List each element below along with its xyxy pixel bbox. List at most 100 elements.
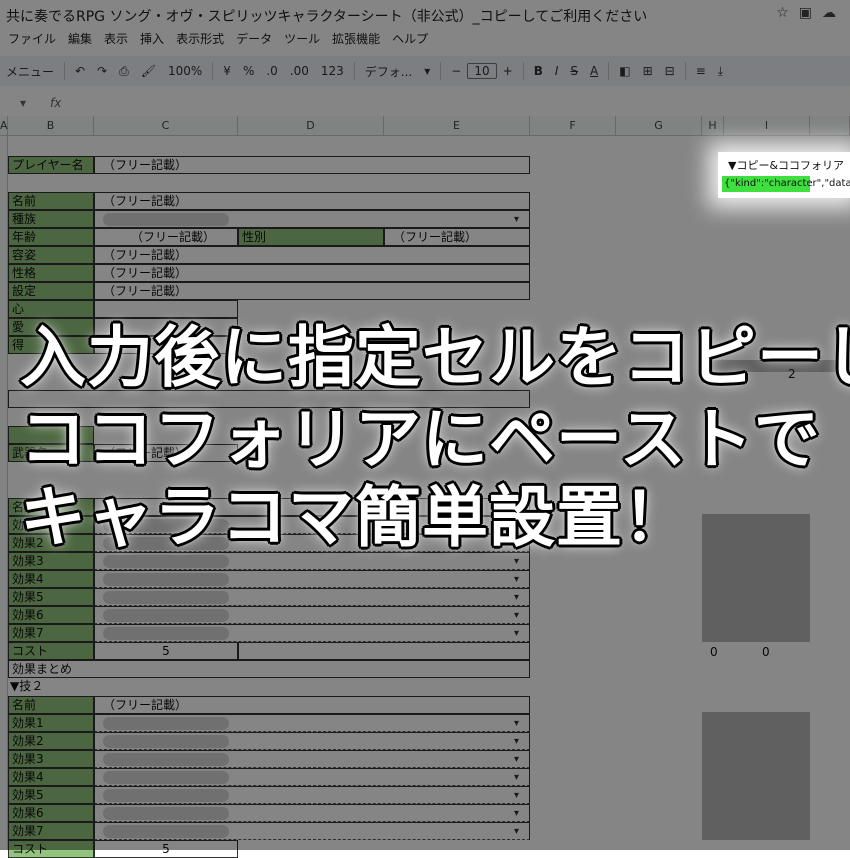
skill2-cost-label: コスト (8, 840, 94, 858)
skill2-effect5-label: 効果5 (8, 786, 94, 804)
menu-format[interactable]: 表示形式 (176, 30, 224, 50)
column-header-b[interactable]: B (8, 116, 94, 136)
paint-format-icon[interactable]: 🖌 (135, 64, 162, 78)
player-name-field[interactable]: （フリー記載） (94, 156, 530, 174)
skill2-effect3-dropdown[interactable] (94, 750, 530, 768)
decrease-decimal-button[interactable]: .0 (260, 64, 283, 78)
borders-icon[interactable]: ⊞ (637, 64, 659, 78)
skill1-effect4-dropdown[interactable] (94, 570, 530, 588)
skill2-effect1-dropdown[interactable] (94, 714, 530, 732)
zoom-select[interactable]: 100% (162, 64, 208, 78)
race-label: 種族 (8, 210, 94, 228)
menu-tools[interactable]: ツール (284, 30, 320, 50)
skill1-effect6-dropdown[interactable] (94, 606, 530, 624)
font-size-decrease-icon[interactable]: − (445, 64, 467, 78)
skill1-effect5-label: 効果5 (8, 588, 94, 606)
menu-search-button[interactable]: メニュー (0, 63, 60, 80)
skill1-summary-row[interactable]: 効果まとめ (8, 660, 530, 678)
divider (440, 62, 442, 80)
column-header-i[interactable]: I (724, 116, 810, 136)
menu-insert[interactable]: 挿入 (140, 30, 164, 50)
chevron-down-icon[interactable]: ▾ (418, 64, 436, 78)
skill2-name-field[interactable]: （フリー記載） (94, 696, 530, 714)
cell-i-zero[interactable]: 0 (762, 644, 778, 662)
merge-cells-icon[interactable]: ⊟ (659, 64, 681, 78)
copy-json-cell[interactable]: {"kind":"character","data" (724, 176, 850, 192)
fill-color-icon[interactable]: ◧ (613, 64, 636, 78)
divider (353, 62, 355, 80)
skill1-effect4-label: 効果4 (8, 570, 94, 588)
cell-h-zero[interactable]: 0 (710, 644, 726, 662)
document-title[interactable]: 共に奏でるRPG ソング・オヴ・スピリッツキャラクターシート（非公式）_コピーし… (6, 6, 647, 26)
age-field[interactable]: （フリー記載） (94, 228, 238, 246)
column-header-a[interactable]: A (0, 116, 8, 136)
text-color-button[interactable]: A (584, 64, 604, 78)
skill1-cost-extra[interactable] (238, 642, 530, 660)
personality-field[interactable]: （フリー記載） (94, 264, 530, 282)
menu-help[interactable]: ヘルプ (392, 30, 428, 50)
undo-icon[interactable]: ↶ (69, 64, 91, 78)
gray-region (702, 514, 810, 642)
print-icon[interactable]: ⎙ (113, 64, 135, 79)
skill1-effect7-dropdown[interactable] (94, 624, 530, 642)
player-name-label: プレイヤー名 (8, 156, 94, 174)
strikethrough-button[interactable]: S (564, 64, 584, 78)
column-header-h[interactable]: H (702, 116, 724, 136)
dropdown-chip (103, 753, 229, 766)
skill2-effect4-label: 効果4 (8, 768, 94, 786)
menu-data[interactable]: データ (236, 30, 272, 50)
column-header-blank[interactable] (810, 116, 850, 136)
skill1-effect7-label: 効果7 (8, 624, 94, 642)
redo-icon[interactable]: ↷ (91, 64, 113, 78)
menu-file[interactable]: ファイル (8, 30, 56, 50)
currency-button[interactable]: ¥ (217, 64, 237, 78)
column-header-f[interactable]: F (530, 116, 616, 136)
font-size-input[interactable]: 10 (467, 63, 497, 79)
dropdown-chip (103, 807, 229, 820)
column-header-g[interactable]: G (616, 116, 702, 136)
cloud-status-icon[interactable]: ☁ (822, 5, 836, 21)
skill2-effect7-dropdown[interactable] (94, 822, 530, 840)
dropdown-chip (103, 627, 229, 640)
increase-decimal-button[interactable]: .00 (284, 64, 315, 78)
skill2-effect6-dropdown[interactable] (94, 804, 530, 822)
star-icon[interactable]: ☆ (776, 5, 789, 21)
personality-label: 性格 (8, 264, 94, 282)
number-format-button[interactable]: 123 (315, 64, 350, 78)
skill2-cost-value[interactable]: 5 (94, 840, 238, 858)
column-header-c[interactable]: C (94, 116, 238, 136)
gender-field[interactable]: （フリー記載） (384, 228, 530, 246)
valign-icon[interactable]: ⤓ (712, 64, 729, 79)
skill1-effect5-dropdown[interactable] (94, 588, 530, 606)
column-header-e[interactable]: E (384, 116, 530, 136)
skill2-effect5-dropdown[interactable] (94, 786, 530, 804)
skill1-cost-value[interactable]: 5 (94, 642, 238, 660)
skill2-effect2-dropdown[interactable] (94, 732, 530, 750)
menu-view[interactable]: 表示 (104, 30, 128, 50)
menu-extensions[interactable]: 拡張機能 (332, 30, 380, 50)
gender-label: 性別 (238, 228, 384, 246)
align-icon[interactable]: ≡ (690, 64, 712, 78)
menu-edit[interactable]: 編集 (68, 30, 92, 50)
appearance-label: 容姿 (8, 246, 94, 264)
race-dropdown[interactable] (94, 210, 530, 228)
setting-field[interactable]: （フリー記載） (94, 282, 530, 300)
font-select[interactable]: デフォ... (359, 63, 418, 80)
skill2-header: ▼技２ (10, 679, 44, 693)
name-box-chevron-icon[interactable]: ▾ (20, 96, 26, 110)
italic-button[interactable]: I (549, 64, 565, 78)
skill2-effect3-label: 効果3 (8, 750, 94, 768)
font-size-increase-icon[interactable]: + (497, 64, 519, 78)
toolbar: メニュー ↶ ↷ ⎙ 🖌 100% ¥ % .0 .00 123 デフォ... … (0, 56, 850, 86)
column-header-d[interactable]: D (238, 116, 384, 136)
appearance-field[interactable]: （フリー記載） (94, 246, 530, 264)
skill2-effect1-label: 効果1 (8, 714, 94, 732)
age-label: 年齢 (8, 228, 94, 246)
formula-bar: ▾ fx (0, 92, 850, 116)
dropdown-chip (103, 771, 229, 784)
move-folder-icon[interactable]: ▣ (799, 5, 812, 21)
percent-button[interactable]: % (237, 64, 260, 78)
skill2-effect4-dropdown[interactable] (94, 768, 530, 786)
name-field[interactable]: （フリー記載） (94, 192, 530, 210)
bold-button[interactable]: B (528, 64, 549, 78)
